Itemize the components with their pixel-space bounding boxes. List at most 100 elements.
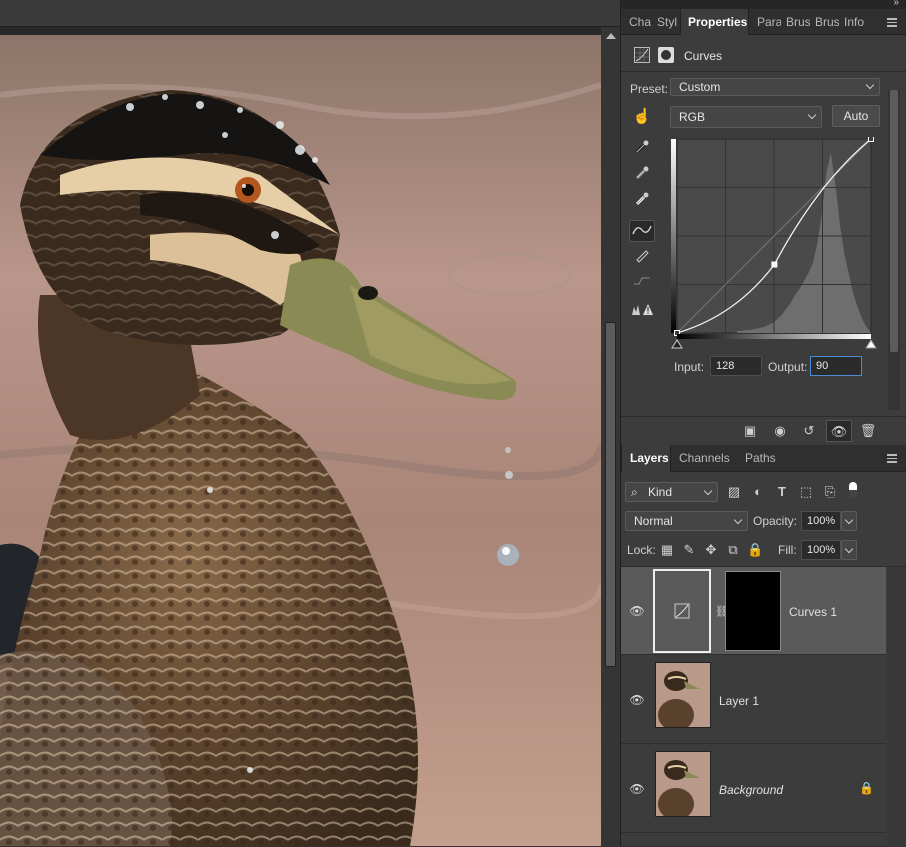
channel-value: RGB xyxy=(679,110,706,124)
output-label: Output: xyxy=(768,360,808,374)
collapse-dock-icon[interactable]: » xyxy=(893,0,899,8)
curve-control-point[interactable] xyxy=(868,137,874,142)
clip-to-layer-icon[interactable]: ▣ xyxy=(739,422,761,440)
filter-kind-dropdown[interactable]: ⌕ Kind xyxy=(625,482,718,502)
output-field[interactable]: 90 xyxy=(810,356,862,376)
lock-position-icon[interactable]: ✥ xyxy=(703,541,719,559)
tab-brush-settings[interactable]: Brus xyxy=(815,9,839,35)
filter-kind-value: Kind xyxy=(648,485,673,499)
layer-row-background[interactable]: 👁 Background 🔒 xyxy=(621,745,886,833)
right-panel-dock: » Cha Styl Properties Para Brus Brus Inf… xyxy=(620,0,906,847)
opacity-field[interactable]: 100% xyxy=(801,511,841,531)
lock-all-icon[interactable]: 🔒 xyxy=(747,541,763,559)
pencil-icon[interactable] xyxy=(629,247,655,269)
delete-icon[interactable]: 🗑 xyxy=(857,422,879,440)
properties-tab-bar: Cha Styl Properties Para Brus Brus Info xyxy=(621,9,906,35)
input-label: Input: xyxy=(674,360,705,374)
layers-scrollbar[interactable] xyxy=(887,567,906,847)
curve-control-point[interactable] xyxy=(771,261,778,268)
tab-character[interactable]: Cha xyxy=(629,9,653,35)
black-point-slider-icon[interactable] xyxy=(671,339,683,349)
adjustment-curves-icon xyxy=(634,47,650,63)
layer-mask-thumbnail[interactable] xyxy=(725,571,781,651)
lock-artboard-icon[interactable]: ⧉ xyxy=(725,541,741,559)
blend-mode-value: Normal xyxy=(634,514,673,528)
tab-properties[interactable]: Properties xyxy=(680,9,749,35)
input-field[interactable]: 128 xyxy=(710,356,762,376)
opacity-label: Opacity: xyxy=(753,514,798,528)
curves-graph[interactable] xyxy=(671,137,881,349)
panel-dock-header: » xyxy=(621,0,906,9)
black-point-eyedropper-icon[interactable] xyxy=(629,139,655,161)
blend-mode-dropdown[interactable]: Normal xyxy=(625,511,748,531)
visibility-icon[interactable]: 👁 xyxy=(826,420,852,442)
layer-mask-icon[interactable] xyxy=(658,47,674,63)
layer-row-layer1[interactable]: 👁 Layer 1 xyxy=(621,656,886,744)
tab-paragraph[interactable]: Para xyxy=(757,9,781,35)
adjustment-thumbnail[interactable] xyxy=(653,569,711,653)
fill-field[interactable]: 100% xyxy=(801,540,841,560)
layers-list: 👁 ⛓ Curves 1 👁 Layer 1 👁 Background 🔒 xyxy=(621,566,906,847)
properties-scrollbar[interactable] xyxy=(888,90,900,410)
white-point-slider-icon[interactable] xyxy=(865,339,877,349)
properties-footer: ▣ ◉ ↺ 👁 🗑 xyxy=(621,416,906,443)
tab-channels[interactable]: Channels xyxy=(679,445,731,471)
tab-layers[interactable]: Layers xyxy=(621,445,671,472)
chevron-down-icon xyxy=(703,486,713,496)
canvas-vertical-scrollbar[interactable] xyxy=(601,27,620,846)
layer-visibility-eye-icon[interactable]: 👁 xyxy=(629,605,645,617)
output-gradient-bar xyxy=(671,139,676,333)
tab-styles[interactable]: Styl xyxy=(657,9,681,35)
layer-thumbnail[interactable] xyxy=(655,751,711,817)
search-icon: ⌕ xyxy=(631,485,638,499)
opacity-dropdown-button[interactable] xyxy=(841,511,857,531)
tab-info[interactable]: Info xyxy=(844,9,868,35)
lock-image-pixels-icon[interactable]: ✎ xyxy=(681,541,697,559)
lock-label: Lock: xyxy=(627,543,656,557)
input-gradient-bar xyxy=(677,334,871,339)
view-previous-icon[interactable]: ◉ xyxy=(769,422,791,440)
on-image-adjust-icon[interactable]: ☝ xyxy=(629,106,655,128)
chevron-down-icon xyxy=(807,110,817,120)
clipping-warning-icon[interactable] xyxy=(629,301,655,323)
tab-paths[interactable]: Paths xyxy=(745,445,785,471)
chevron-down-icon xyxy=(865,80,875,90)
lock-transparent-pixels-icon[interactable]: ▦ xyxy=(659,541,675,559)
filter-toggle-icon[interactable] xyxy=(849,482,857,498)
layer-name[interactable]: Background xyxy=(719,783,783,797)
layers-panel-menu-icon[interactable] xyxy=(887,454,897,463)
reset-icon[interactable]: ↺ xyxy=(798,422,820,440)
tab-brush[interactable]: Brus xyxy=(786,9,810,35)
scroll-up-arrow-icon[interactable] xyxy=(606,33,616,39)
layer-name[interactable]: Layer 1 xyxy=(719,694,759,708)
properties-title: Curves xyxy=(684,49,723,63)
layer-thumbnail[interactable] xyxy=(655,662,711,728)
layer-visibility-eye-icon[interactable]: 👁 xyxy=(629,694,645,706)
gray-point-eyedropper-icon[interactable] xyxy=(629,165,655,187)
fill-dropdown-button[interactable] xyxy=(841,540,857,560)
layers-tab-bar: Layers Channels Paths xyxy=(621,445,906,472)
preset-dropdown[interactable]: Custom xyxy=(670,78,880,96)
filter-shape-layers-icon[interactable]: ⬚ xyxy=(797,483,815,501)
curve-points-icon[interactable] xyxy=(629,220,655,242)
auto-button[interactable]: Auto xyxy=(832,105,880,127)
filter-type-layers-icon[interactable]: T xyxy=(773,483,791,501)
document-canvas-photo[interactable] xyxy=(0,35,601,846)
canvas-area[interactable] xyxy=(0,0,620,846)
layer-visibility-eye-icon[interactable]: 👁 xyxy=(629,783,645,795)
smooth-icon[interactable] xyxy=(629,273,655,295)
filter-adjustment-layers-icon[interactable]: ◐ xyxy=(749,483,767,501)
layer-name[interactable]: Curves 1 xyxy=(789,605,837,619)
preset-value: Custom xyxy=(679,80,721,94)
document-tab-strip xyxy=(0,0,620,27)
layer-locked-icon[interactable]: 🔒 xyxy=(859,781,874,795)
preset-label: Preset: xyxy=(630,82,669,96)
filter-pixel-layers-icon[interactable]: ▨ xyxy=(725,483,743,501)
layer-row-curves[interactable]: 👁 ⛓ Curves 1 xyxy=(621,567,886,655)
scrollbar-thumb[interactable] xyxy=(605,322,616,667)
channel-dropdown[interactable]: RGB xyxy=(670,106,822,128)
properties-scrollbar-thumb[interactable] xyxy=(890,90,898,352)
filter-smart-objects-icon[interactable]: ⎘ xyxy=(821,483,839,501)
white-point-eyedropper-icon[interactable] xyxy=(629,191,655,213)
panel-menu-icon[interactable] xyxy=(887,18,897,27)
